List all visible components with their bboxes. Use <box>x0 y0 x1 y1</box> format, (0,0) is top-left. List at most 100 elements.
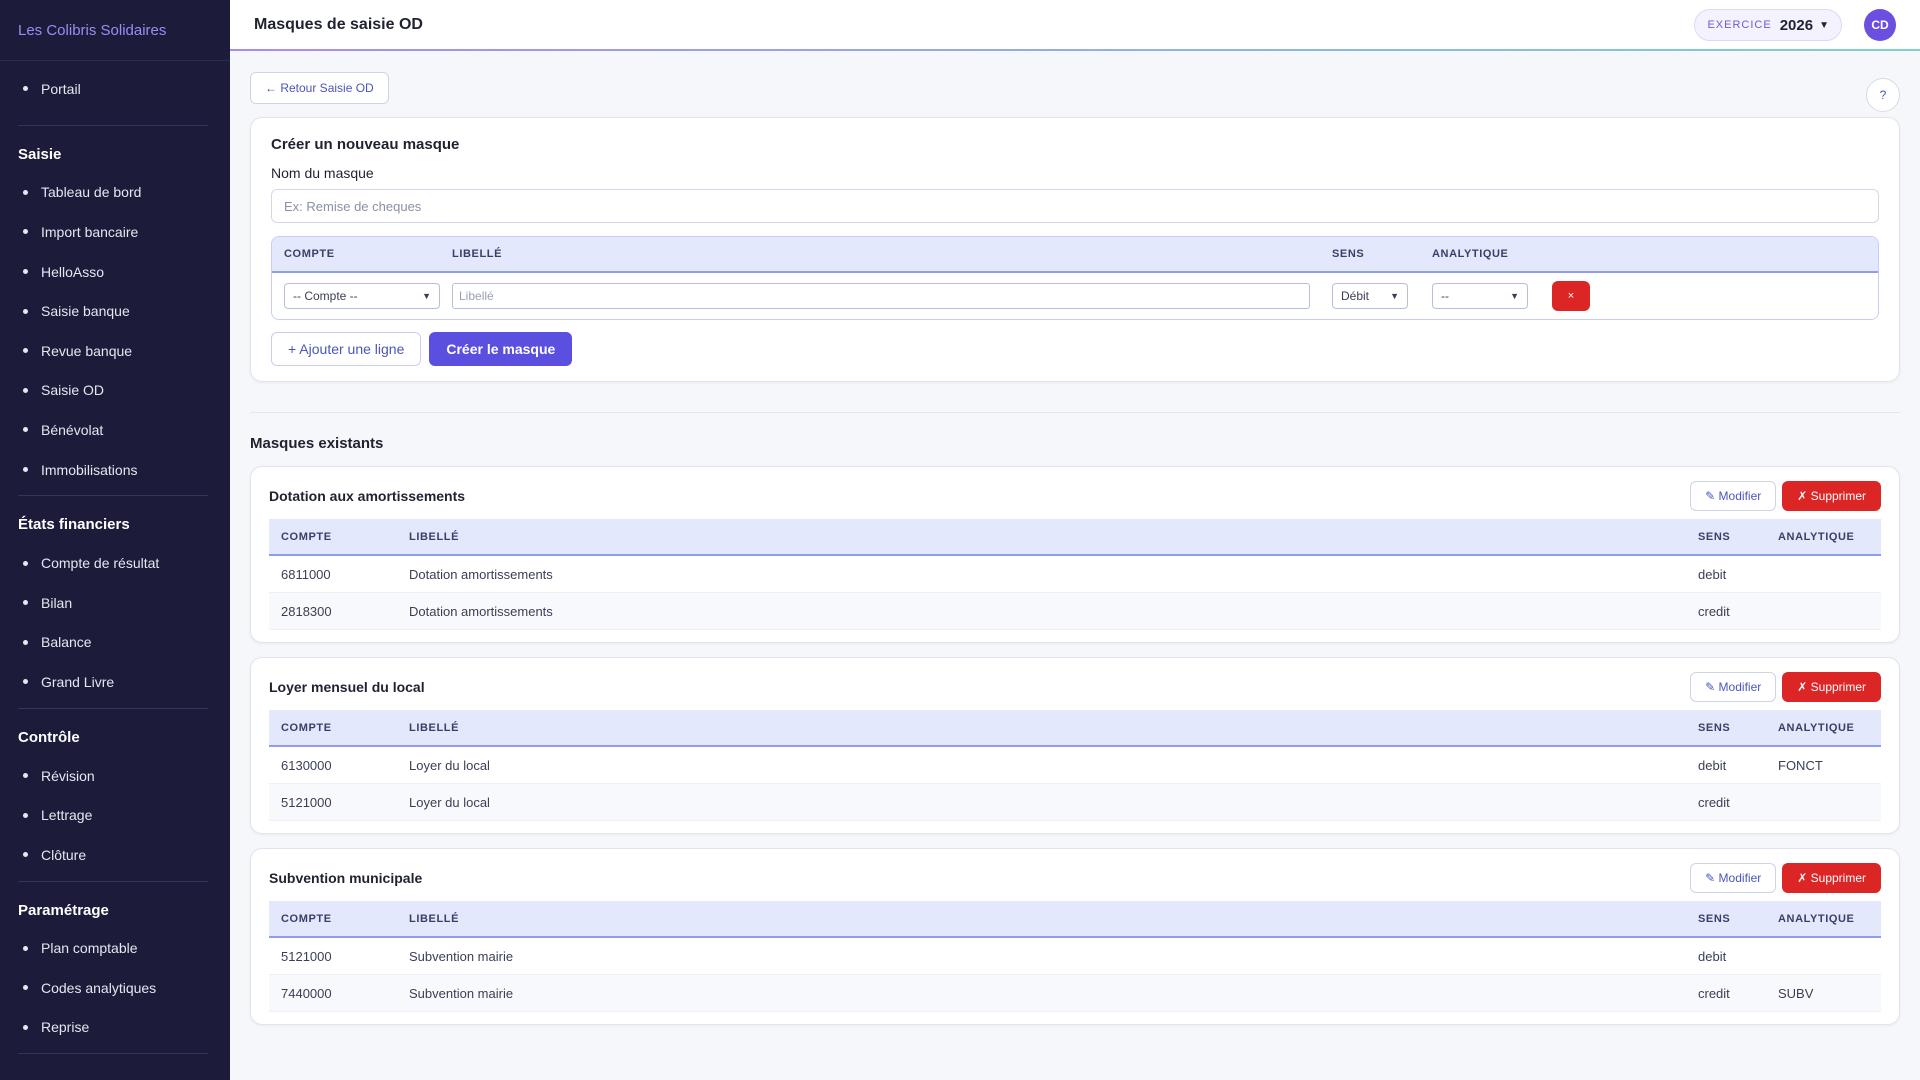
delete-button[interactable]: ✗ Supprimer <box>1782 481 1881 511</box>
sidebar-item-label: Grand Livre <box>41 673 115 690</box>
bullet-icon <box>23 86 28 92</box>
sidebar-item-label: Saisie banque <box>41 303 130 320</box>
cell-sens: debit <box>1698 757 1727 773</box>
nav-group-title: États financiers <box>18 516 130 534</box>
main-content: ← Retour Saisie OD ? Créer un nouveau ma… <box>250 72 1900 1025</box>
exercice-selector[interactable]: EXERCICE 2026 ▼ <box>1694 9 1842 41</box>
column-header-compte: COMPTE <box>281 912 332 925</box>
mask-table-header: COMPTE LIBELLÉ SENS ANALYTIQUE <box>269 519 1881 556</box>
bullet-icon <box>23 679 28 685</box>
column-header-sens: SENS <box>1698 530 1731 543</box>
nav-group-portail: Portail <box>18 61 208 126</box>
mask-card: Dotation aux amortissements ✎ Modifier ✗… <box>250 466 1900 643</box>
column-header-sens: SENS <box>1332 248 1365 260</box>
bullet-icon <box>23 427 28 433</box>
chevron-down-icon: ▼ <box>1819 19 1829 31</box>
app-brand[interactable]: Les Colibris Solidaires <box>0 0 230 61</box>
cell-sens: debit <box>1698 948 1727 964</box>
analytique-select[interactable]: -- ▼ <box>1432 283 1528 309</box>
mask-card: Loyer mensuel du local ✎ Modifier ✗ Supp… <box>250 657 1900 834</box>
sidebar-item-reprise[interactable]: Reprise <box>18 1008 208 1048</box>
sidebar-item-label: Balance <box>41 634 92 651</box>
mask-name-label: Nom du masque <box>271 165 374 181</box>
bullet-icon <box>23 269 28 275</box>
cell-libelle: Subvention mairie <box>409 985 514 1001</box>
sidebar-item-benevolat[interactable]: Bénévolat <box>18 410 208 450</box>
sidebar-item-compte-de-resultat[interactable]: Compte de résultat <box>18 543 208 583</box>
nav-group-controle: Contrôle Révision Lettrage Clôture <box>18 709 208 882</box>
sidebar-item-helloasso[interactable]: HelloAsso <box>18 252 208 292</box>
table-row: 5121000 Loyer du local credit <box>269 784 1881 821</box>
bullet-icon <box>23 348 28 354</box>
sidebar-item-label: HelloAsso <box>41 263 105 280</box>
sens-select[interactable]: Débit ▼ <box>1332 283 1408 309</box>
bullet-icon <box>23 639 28 645</box>
modify-button[interactable]: ✎ Modifier <box>1690 481 1777 511</box>
bullet-icon <box>23 852 28 858</box>
cell-compte: 5121000 <box>281 794 332 810</box>
column-header-libelle: LIBELLÉ <box>409 912 460 925</box>
sidebar-item-revision[interactable]: Révision <box>18 756 208 796</box>
sidebar-item-label: Bilan <box>41 594 73 611</box>
sidebar-item-import-bancaire[interactable]: Import bancaire <box>18 212 208 252</box>
delete-button[interactable]: ✗ Supprimer <box>1782 863 1881 893</box>
sidebar-item-cloture[interactable]: Clôture <box>18 835 208 875</box>
mask-name-input[interactable]: Ex: Remise de cheques <box>271 189 1879 223</box>
sidebar-item-saisie-banque[interactable]: Saisie banque <box>18 291 208 331</box>
cell-libelle: Dotation amortissements <box>409 603 553 619</box>
cell-compte: 5121000 <box>281 948 332 964</box>
sidebar-item-label: Reprise <box>41 1019 90 1036</box>
sidebar-item-saisie-od[interactable]: Saisie OD <box>18 371 208 411</box>
table-row: 2818300 Dotation amortissements credit <box>269 593 1881 630</box>
column-header-compte: COMPTE <box>281 721 332 734</box>
sidebar-item-tableau-de-bord[interactable]: Tableau de bord <box>18 173 208 213</box>
cell-analytique: SUBV <box>1778 985 1814 1001</box>
mask-table-header: COMPTE LIBELLÉ SENS ANALYTIQUE <box>269 901 1881 938</box>
back-button[interactable]: ← Retour Saisie OD <box>250 72 389 104</box>
modify-button[interactable]: ✎ Modifier <box>1690 863 1777 893</box>
create-mask-card: Créer un nouveau masque Nom du masque Ex… <box>250 117 1900 382</box>
compte-select[interactable]: -- Compte -- ▼ <box>284 283 440 309</box>
delete-line-button[interactable]: × <box>1552 281 1590 311</box>
sidebar-item-balance[interactable]: Balance <box>18 623 208 663</box>
help-button[interactable]: ? <box>1866 78 1900 112</box>
nav-group-title: Paramétrage <box>18 901 109 919</box>
sidebar-item-label: Portail <box>41 80 81 97</box>
analytique-select-value: -- <box>1441 289 1449 303</box>
column-header-analytique: ANALYTIQUE <box>1778 912 1855 925</box>
sidebar-item-bilan[interactable]: Bilan <box>18 583 208 623</box>
bullet-icon <box>23 600 28 606</box>
chevron-down-icon: ▼ <box>1510 291 1519 301</box>
cell-sens: debit <box>1698 566 1727 582</box>
modify-button[interactable]: ✎ Modifier <box>1690 672 1777 702</box>
bullet-icon <box>23 229 28 235</box>
sidebar-item-portail[interactable]: Portail <box>18 69 208 109</box>
sidebar-item-label: Saisie OD <box>41 382 105 399</box>
nav-group-title: Contrôle <box>18 728 80 746</box>
cell-libelle: Dotation amortissements <box>409 566 553 582</box>
column-header-analytique: ANALYTIQUE <box>1432 248 1509 260</box>
sidebar-item-revue-banque[interactable]: Revue banque <box>18 331 208 371</box>
add-line-button[interactable]: + Ajouter une ligne <box>271 332 422 366</box>
table-row: 7440000 Subvention mairie credit SUBV <box>269 975 1881 1012</box>
create-mask-button[interactable]: Créer le masque <box>429 332 573 366</box>
nav-group-parametrage: Paramétrage Plan comptable Codes analyti… <box>18 882 208 1055</box>
avatar[interactable]: CD <box>1864 9 1896 41</box>
mask-table-header: COMPTE LIBELLÉ SENS ANALYTIQUE <box>269 710 1881 747</box>
table-row: 6811000 Dotation amortissements debit <box>269 556 1881 593</box>
libelle-input[interactable]: Libellé <box>452 283 1310 309</box>
sidebar-item-label: Plan comptable <box>41 940 138 957</box>
sidebar-item-plan-comptable[interactable]: Plan comptable <box>18 929 208 969</box>
sidebar-item-grand-livre[interactable]: Grand Livre <box>18 662 208 702</box>
cell-compte: 2818300 <box>281 603 332 619</box>
cell-libelle: Loyer du local <box>409 794 490 810</box>
delete-button[interactable]: ✗ Supprimer <box>1782 672 1881 702</box>
sidebar-item-codes-analytiques[interactable]: Codes analytiques <box>18 968 208 1008</box>
bullet-icon <box>23 560 28 566</box>
mask-table: COMPTE LIBELLÉ SENS ANALYTIQUE 6811000 D… <box>269 519 1881 630</box>
sidebar-item-lettrage[interactable]: Lettrage <box>18 795 208 835</box>
bullet-icon <box>23 467 28 473</box>
sidebar-item-label: Codes analytiques <box>41 979 157 996</box>
sidebar-item-immobilisations[interactable]: Immobilisations <box>18 450 208 490</box>
sidebar-item-label: Immobilisations <box>41 461 138 478</box>
